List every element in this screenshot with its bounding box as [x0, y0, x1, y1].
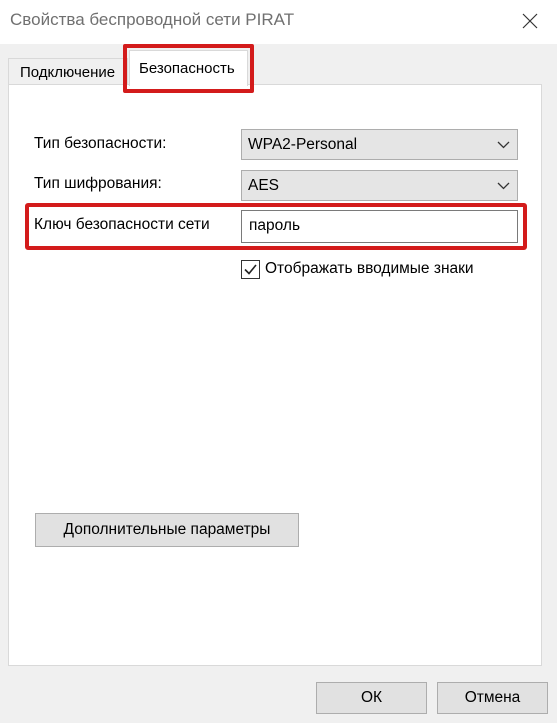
- tab-security[interactable]: Безопасность: [129, 50, 248, 86]
- tab-connection-label: Подключение: [20, 64, 116, 81]
- advanced-settings-button[interactable]: Дополнительные параметры: [35, 513, 299, 547]
- network-key-input[interactable]: пароль: [241, 210, 518, 243]
- encryption-type-label: Тип шифрования:: [34, 175, 162, 192]
- network-key-value: пароль: [249, 217, 301, 234]
- tab-connection[interactable]: Подключение: [8, 58, 128, 85]
- encryption-type-select[interactable]: AES: [241, 170, 518, 201]
- security-type-select[interactable]: WPA2-Personal: [241, 129, 518, 160]
- close-button[interactable]: [512, 4, 548, 38]
- show-chars-label[interactable]: Отображать вводимые знаки: [265, 260, 474, 278]
- network-key-label: Ключ безопасности сети: [34, 216, 210, 233]
- show-chars-checkbox[interactable]: [241, 260, 260, 279]
- close-icon: [522, 13, 538, 29]
- chevron-down-icon: [497, 141, 510, 149]
- security-type-value: WPA2-Personal: [248, 136, 358, 153]
- title-bar: Свойства беспроводной сети PIRAT: [0, 0, 557, 44]
- checkmark-icon: [244, 264, 257, 275]
- chevron-down-icon: [497, 182, 510, 190]
- encryption-type-value: AES: [248, 177, 280, 194]
- tab-security-label: Безопасность: [139, 60, 235, 77]
- cancel-button[interactable]: Отмена: [437, 682, 548, 714]
- ok-button[interactable]: ОК: [316, 682, 427, 714]
- security-type-label: Тип безопасности:: [34, 135, 167, 152]
- window-title: Свойства беспроводной сети PIRAT: [10, 10, 295, 29]
